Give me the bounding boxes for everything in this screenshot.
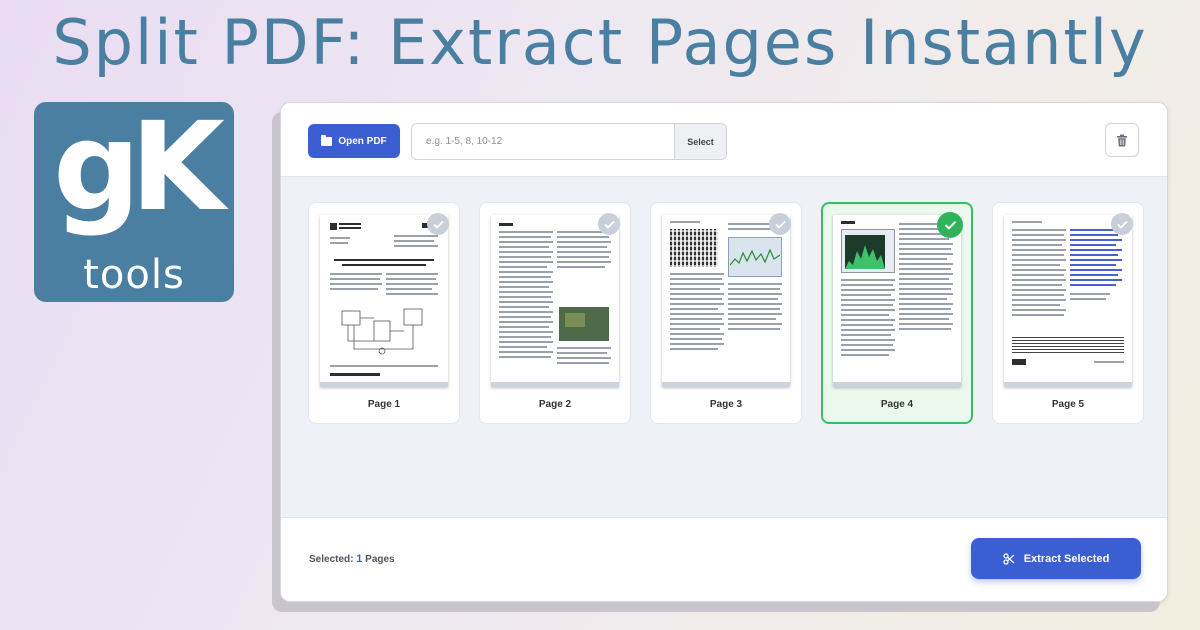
open-pdf-button[interactable]: Open PDF [308,124,400,158]
selected-count: 1 [356,553,363,565]
page-range-group: Select [411,123,727,160]
open-pdf-label: Open PDF [338,135,387,147]
page-thumbnail [662,215,790,387]
check-icon [603,220,615,229]
page-select-toggle[interactable] [937,212,963,238]
split-pdf-app: Open PDF Select [280,102,1168,602]
selected-prefix: Selected: [309,554,354,565]
select-range-button[interactable]: Select [674,124,726,159]
page-headline: Split PDF: Extract Pages Instantly [52,6,1148,79]
toolbar: Open PDF Select [281,103,1167,177]
check-icon [944,220,956,230]
check-icon [1116,220,1128,229]
page-grid: Page 1 Page 2 Page 3 Page 4 Page 5 [281,177,1167,517]
page-label: Page 5 [1051,399,1085,410]
extract-selected-label: Extract Selected [1023,552,1110,565]
page-select-toggle[interactable] [1111,213,1133,235]
page-card[interactable]: Page 5 [992,202,1144,424]
extract-selected-button[interactable]: Extract Selected [971,538,1141,579]
page-select-toggle[interactable] [598,213,620,235]
page-card[interactable]: Page 2 [479,202,631,424]
page-card[interactable]: Page 3 [650,202,802,424]
page-thumbnail [833,215,961,387]
page-select-toggle[interactable] [769,213,791,235]
page-card[interactable]: Page 1 [308,202,460,424]
gk-tools-logo: gK tools [34,102,234,302]
page-label: Page 3 [709,399,743,410]
page-card[interactable]: Page 4 [821,202,973,424]
page-label: Page 1 [367,399,401,410]
selected-suffix: Pages [365,554,395,565]
page-thumbnail [491,215,619,387]
page-select-toggle[interactable] [427,213,449,235]
page-range-input[interactable] [412,124,674,159]
scissors-icon [1003,552,1015,565]
logo-wordmark: tools [83,252,185,298]
page-label: Page 4 [880,399,914,410]
clear-button[interactable] [1105,123,1139,157]
folder-open-icon [321,134,333,146]
trash-icon [1117,134,1127,146]
selection-summary: Selected: 1 Pages [309,553,395,565]
action-footer: Selected: 1 Pages Extract Selected [281,517,1167,601]
page-thumbnail [1004,215,1132,387]
page-label: Page 2 [538,399,572,410]
check-icon [774,220,786,229]
check-icon [432,220,444,229]
page-thumbnail [320,215,448,387]
logo-mark: gK [53,96,225,238]
